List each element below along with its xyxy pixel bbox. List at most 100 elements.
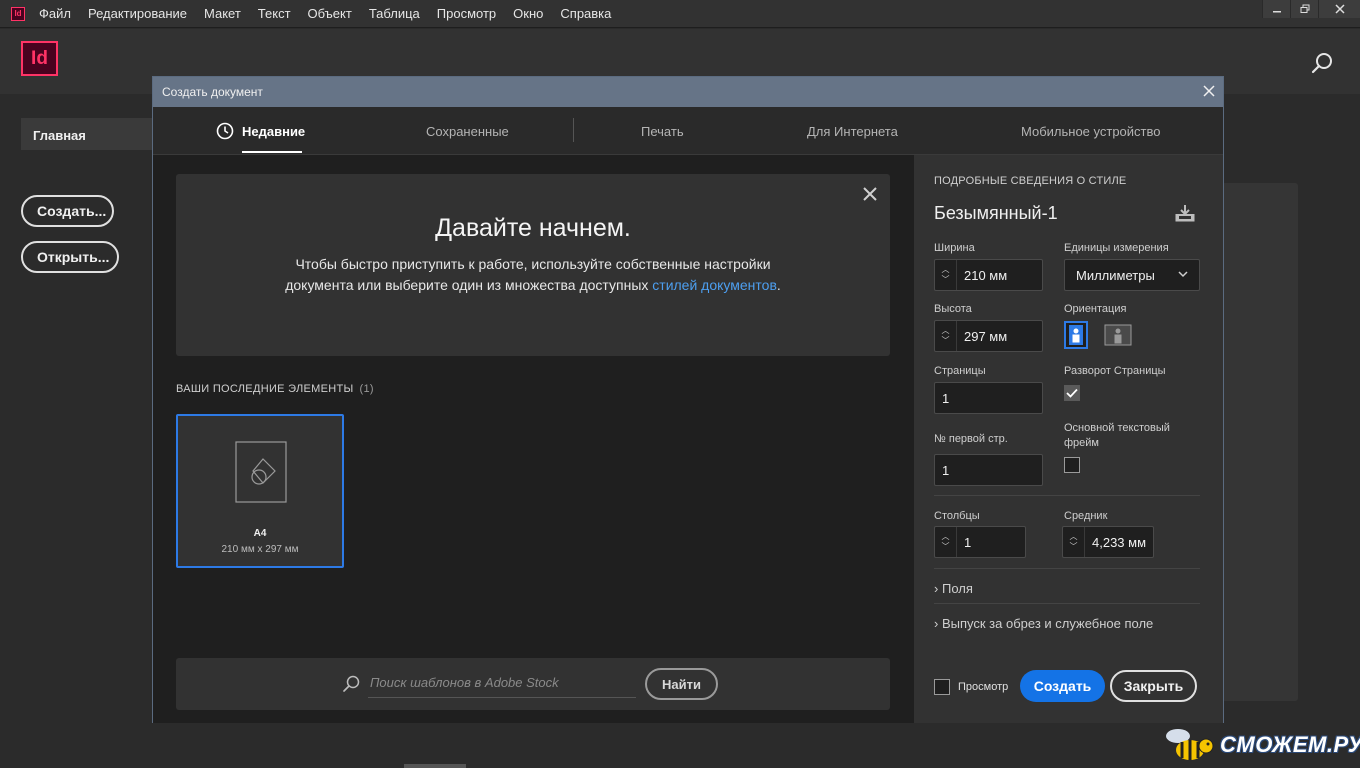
- menu-type[interactable]: Текст: [258, 6, 291, 21]
- stock-search-input[interactable]: [368, 668, 636, 698]
- presets-link[interactable]: стилей документов: [652, 277, 777, 293]
- height-field[interactable]: ︿ ﹀ 297 мм: [934, 320, 1043, 352]
- restore-icon: [1300, 4, 1309, 13]
- chevron-down-icon: ﹀: [1069, 542, 1078, 551]
- chevron-right-icon: ›: [934, 616, 939, 631]
- recent-heading-text: ВАШИ ПОСЛЕДНИЕ ЭЛЕМЕНТЫ: [176, 383, 354, 395]
- orientation-label: Ориентация: [1064, 303, 1127, 315]
- units-label: Единицы измерения: [1064, 242, 1169, 254]
- close-icon: [863, 187, 877, 201]
- menu-file[interactable]: Файл: [39, 6, 71, 21]
- window-controls: [1262, 0, 1360, 18]
- document-name-field[interactable]: Безымянный-1: [934, 203, 1058, 224]
- search-icon[interactable]: [1310, 51, 1334, 75]
- start-page-label: № первой стр.: [934, 433, 1008, 445]
- close-window-button[interactable]: [1318, 0, 1360, 18]
- dialog-title: Создать документ: [162, 85, 263, 99]
- restore-button[interactable]: [1290, 0, 1318, 18]
- columns-field[interactable]: ︿ ﹀ 1: [934, 526, 1026, 558]
- gutter-label: Средник: [1064, 510, 1108, 522]
- columns-value: 1: [964, 534, 972, 550]
- document-size: 210 мм x 297 мм: [221, 544, 299, 555]
- tab-print[interactable]: Печать: [641, 107, 684, 155]
- menu-help[interactable]: Справка: [560, 6, 611, 21]
- menu-object[interactable]: Объект: [308, 6, 352, 21]
- menu-view[interactable]: Просмотр: [437, 6, 496, 21]
- gutter-value: 4,233 мм: [1092, 534, 1147, 550]
- width-label: Ширина: [934, 242, 975, 254]
- site-watermark: СМОЖЕМ.РУ: [1160, 722, 1360, 768]
- chevron-down-icon: ﹀: [941, 275, 950, 284]
- tab-saved[interactable]: Сохраненные: [426, 107, 509, 155]
- gutter-field[interactable]: ︿ ﹀ 4,233 мм: [1062, 526, 1154, 558]
- tab-mobile[interactable]: Мобильное устройство: [1021, 107, 1161, 155]
- landscape-button[interactable]: [1103, 321, 1133, 349]
- checkmark-icon: [1066, 388, 1078, 398]
- search-icon: [343, 675, 360, 692]
- menu-layout[interactable]: Макет: [204, 6, 241, 21]
- margins-label: Поля: [941, 581, 973, 596]
- chevron-up-icon: ︿: [941, 326, 950, 335]
- find-button[interactable]: Найти: [645, 668, 718, 700]
- tab-web[interactable]: Для Интернета: [807, 107, 898, 155]
- menu-bar: Id Файл Редактирование Макет Текст Объек…: [0, 0, 1360, 28]
- open-button[interactable]: Открыть...: [21, 241, 119, 273]
- width-field[interactable]: ︿ ﹀ 210 мм: [934, 259, 1043, 291]
- preset-tabs: Недавние Сохраненные Печать Для Интернет…: [153, 107, 1223, 155]
- menu-edit[interactable]: Редактирование: [88, 6, 187, 21]
- preview-checkbox[interactable]: [934, 679, 950, 695]
- presets-area: Давайте начнем. Чтобы быстро приступить …: [153, 155, 914, 723]
- pages-value: 1: [942, 390, 950, 406]
- preset-details-panel: ПОДРОБНЫЕ СВЕДЕНИЯ О СТИЛЕ Безымянный-1 …: [914, 155, 1223, 723]
- units-value: Миллиметры: [1076, 267, 1155, 283]
- tab-recent[interactable]: Недавние: [216, 107, 305, 155]
- columns-stepper[interactable]: ︿ ﹀: [935, 527, 957, 557]
- chevron-right-icon: ›: [934, 581, 939, 596]
- details-heading: ПОДРОБНЫЕ СВЕДЕНИЯ О СТИЛЕ: [934, 175, 1127, 187]
- facing-pages-checkbox[interactable]: [1064, 385, 1080, 401]
- close-button[interactable]: Закрыть: [1110, 670, 1197, 702]
- minimize-button[interactable]: [1262, 0, 1290, 18]
- welcome-text: Чтобы быстро приступить к работе, исполь…: [276, 254, 790, 296]
- minimize-icon: [1272, 11, 1281, 13]
- recent-document-card[interactable]: A4 210 мм x 297 мм: [176, 414, 344, 568]
- new-document-dialog: Создать документ Недавние Сохраненные Пе…: [152, 76, 1224, 723]
- welcome-close-button[interactable]: [863, 184, 877, 207]
- margins-expander[interactable]: › Поля: [934, 581, 973, 596]
- dialog-title-bar: Создать документ: [153, 77, 1223, 107]
- height-label: Высота: [934, 303, 972, 315]
- preview-label: Просмотр: [958, 681, 1009, 693]
- width-stepper[interactable]: ︿ ﹀: [935, 260, 957, 290]
- indesign-logo: Id: [21, 41, 58, 76]
- create-new-button[interactable]: Создать...: [21, 195, 114, 227]
- create-button[interactable]: Создать: [1020, 670, 1105, 702]
- start-page-value: 1: [942, 462, 950, 478]
- portrait-icon: [1069, 325, 1083, 345]
- columns-label: Столбцы: [934, 510, 980, 522]
- sidebar-home-tab[interactable]: Главная: [21, 118, 156, 150]
- portrait-button[interactable]: [1064, 321, 1088, 349]
- bleed-slug-expander[interactable]: › Выпуск за обрез и служебное поле: [934, 616, 1153, 631]
- document-preset-icon: [235, 441, 287, 503]
- start-page-field[interactable]: 1: [934, 454, 1043, 486]
- bee-mascot-icon: [1166, 729, 1214, 760]
- units-select[interactable]: Миллиметры: [1064, 259, 1200, 291]
- chevron-down-icon: ﹀: [941, 542, 950, 551]
- bleed-slug-label: Выпуск за обрез и служебное поле: [941, 616, 1154, 631]
- bottom-scroll-indicator: [404, 764, 466, 768]
- welcome-text-end: .: [776, 277, 781, 293]
- document-name: A4: [253, 528, 267, 539]
- primary-frame-checkbox[interactable]: [1064, 457, 1080, 473]
- primary-frame-label: Основной текстовый фрейм: [1064, 422, 1170, 449]
- menu-window[interactable]: Окно: [513, 6, 543, 21]
- close-icon: [1203, 85, 1215, 97]
- save-preset-icon[interactable]: [1174, 203, 1196, 223]
- facing-pages-label: Разворот Страницы: [1064, 365, 1166, 377]
- height-stepper[interactable]: ︿ ﹀: [935, 321, 957, 351]
- pages-field[interactable]: 1: [934, 382, 1043, 414]
- divider: [934, 603, 1200, 604]
- tab-divider: [573, 118, 574, 142]
- gutter-stepper[interactable]: ︿ ﹀: [1063, 527, 1085, 557]
- dialog-close-button[interactable]: [1203, 82, 1215, 100]
- menu-table[interactable]: Таблица: [369, 6, 420, 21]
